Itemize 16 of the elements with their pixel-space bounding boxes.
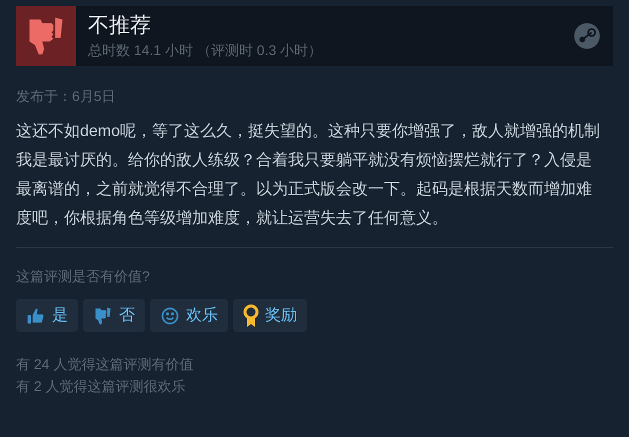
vote-button[interactable]: 是: [16, 299, 78, 332]
posted-date: 发布于：6月5日: [16, 87, 117, 106]
helpful-question: 这篇评测是否有价值?: [16, 267, 151, 286]
smiley-icon: [160, 306, 180, 326]
review-text: 这还不如demo呢，等了这么久，挺失望的。这种只要你增强了，敌人就增强的机制我是最讨厌的。给你的敌人练级？合着我只要躺平就没有烦恼摆烂就行了？入侵是最离谱的，之前就觉得不合理了。以为正式版会改一下。起码是根据天数而增加难度吧，你根据角色等级增加难度，就让运营失去了任何意义。: [16, 122, 602, 229]
vote-count-text: 有 24 人觉得这篇评测有价值: [16, 355, 194, 374]
thumbs-down-icon: [93, 306, 113, 326]
vote-count-text: 有 2 人觉得这篇评测很欢乐: [16, 377, 187, 396]
playtime-text: 总时数 14.1 小时 （评测时 0.3 小时）: [88, 40, 322, 60]
vote-button[interactable]: 奖励: [233, 299, 307, 332]
award-icon: [243, 304, 259, 328]
thumbs-up-icon: [26, 306, 46, 326]
vote-button[interactable]: 欢乐: [150, 299, 228, 332]
vote-button[interactable]: 否: [83, 299, 145, 332]
verdict-title: 不推荐: [88, 12, 152, 38]
steam-logo-icon: [573, 22, 601, 50]
